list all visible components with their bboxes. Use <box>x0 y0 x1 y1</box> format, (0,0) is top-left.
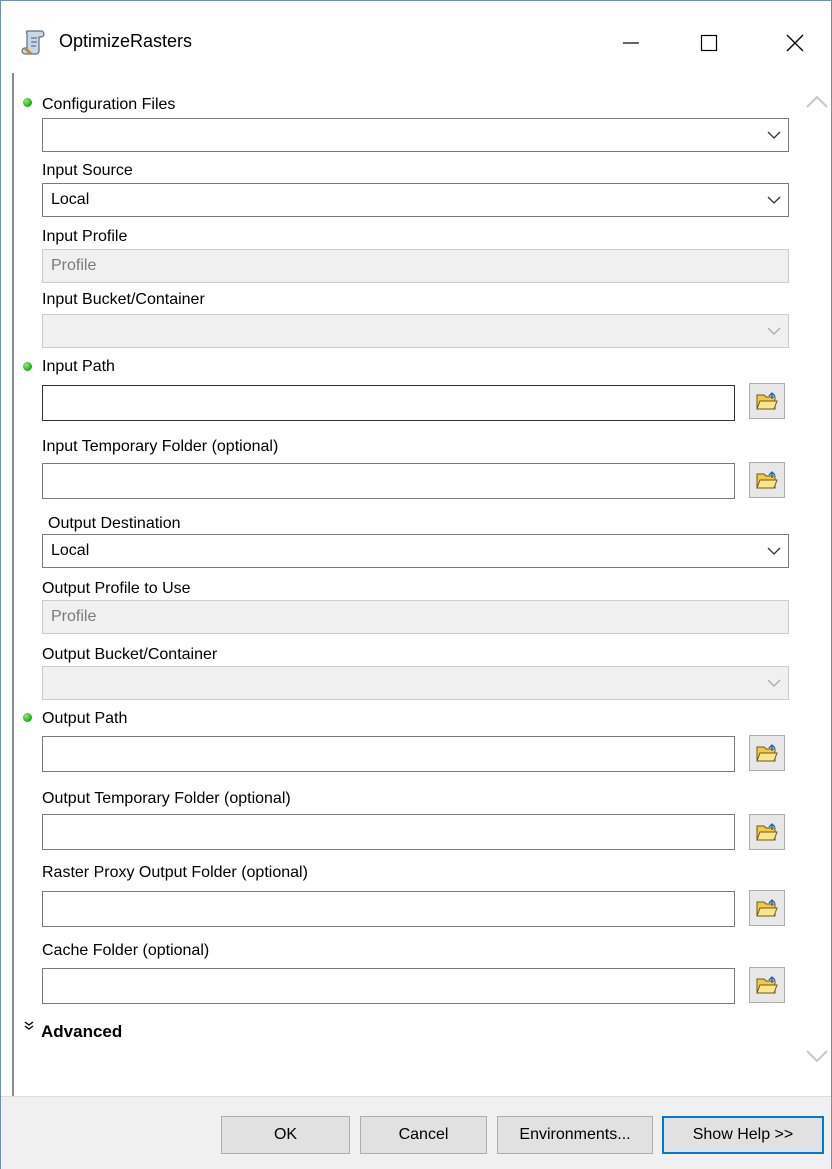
chevron-down-icon <box>767 679 781 687</box>
input-temp-browse-button[interactable] <box>749 462 785 498</box>
required-dot-icon <box>23 362 32 371</box>
output-temp-label: Output Temporary Folder (optional) <box>42 790 291 807</box>
folder-open-icon <box>756 744 778 762</box>
required-dot-icon <box>23 713 32 722</box>
raster-proxy-label: Raster Proxy Output Folder (optional) <box>42 864 308 881</box>
scroll-down-icon[interactable] <box>805 1049 829 1070</box>
cache-folder-field[interactable] <box>42 968 735 1004</box>
config-files-label: Configuration Files <box>42 96 176 113</box>
tool-scroll-icon <box>21 28 47 56</box>
chevron-down-icon <box>767 131 781 139</box>
input-bucket-select[interactable] <box>42 314 789 348</box>
folder-open-icon <box>756 899 778 917</box>
output-path-browse-button[interactable] <box>749 735 785 771</box>
raster-proxy-field[interactable] <box>42 891 735 927</box>
input-path-label: Input Path <box>42 358 115 375</box>
minimize-icon <box>623 42 639 44</box>
required-dot-icon <box>23 98 32 107</box>
scroll-up-icon[interactable] <box>805 93 829 114</box>
title-bar[interactable]: OptimizeRasters <box>1 1 831 73</box>
output-path-field[interactable] <box>42 736 735 772</box>
output-path-label: Output Path <box>42 710 128 727</box>
output-destination-select[interactable]: Local <box>42 534 789 568</box>
folder-open-icon <box>756 471 778 489</box>
output-temp-field[interactable] <box>42 814 735 850</box>
input-profile-field[interactable]: Profile <box>42 249 789 283</box>
folder-open-icon <box>756 976 778 994</box>
cache-folder-browse-button[interactable] <box>749 967 785 1003</box>
output-profile-label: Output Profile to Use <box>42 580 191 597</box>
output-destination-label: Output Destination <box>48 515 181 532</box>
output-profile-field[interactable]: Profile <box>42 600 789 634</box>
folder-open-icon <box>756 392 778 410</box>
ok-button[interactable]: OK <box>221 1116 350 1154</box>
maximize-icon <box>700 34 718 52</box>
folder-open-icon <box>756 823 778 841</box>
input-profile-label: Input Profile <box>42 228 128 245</box>
cache-folder-label: Cache Folder (optional) <box>42 942 210 959</box>
cancel-button[interactable]: Cancel <box>360 1116 487 1154</box>
window-title: OptimizeRasters <box>59 31 193 51</box>
chevron-down-icon <box>767 196 781 204</box>
input-path-browse-button[interactable] <box>749 383 785 419</box>
chevron-down-icon <box>767 327 781 335</box>
input-source-label: Input Source <box>42 162 133 179</box>
close-icon <box>786 34 804 52</box>
dialog-window: OptimizeRasters Configuration Files Inpu… <box>0 0 832 1169</box>
chevron-down-icon <box>767 547 781 555</box>
minimize-button[interactable] <box>599 23 663 63</box>
advanced-label: Advanced <box>41 1022 123 1041</box>
output-temp-browse-button[interactable] <box>749 814 785 850</box>
output-bucket-label: Output Bucket/Container <box>42 646 218 663</box>
input-bucket-label: Input Bucket/Container <box>42 291 205 308</box>
input-temp-label: Input Temporary Folder (optional) <box>42 438 279 455</box>
environments-button[interactable]: Environments... <box>497 1116 653 1154</box>
show-help-button[interactable]: Show Help >> <box>662 1116 824 1154</box>
maximize-button[interactable] <box>677 23 741 63</box>
output-bucket-select[interactable] <box>42 666 789 700</box>
input-path-field[interactable] <box>42 385 735 421</box>
config-files-select[interactable] <box>42 118 789 152</box>
close-button[interactable] <box>763 23 827 63</box>
raster-proxy-browse-button[interactable] <box>749 890 785 926</box>
input-source-select[interactable]: Local <box>42 183 789 217</box>
double-chevron-down-icon <box>24 1021 34 1030</box>
input-temp-field[interactable] <box>42 463 735 499</box>
advanced-toggle[interactable]: Advanced <box>24 1021 123 1042</box>
